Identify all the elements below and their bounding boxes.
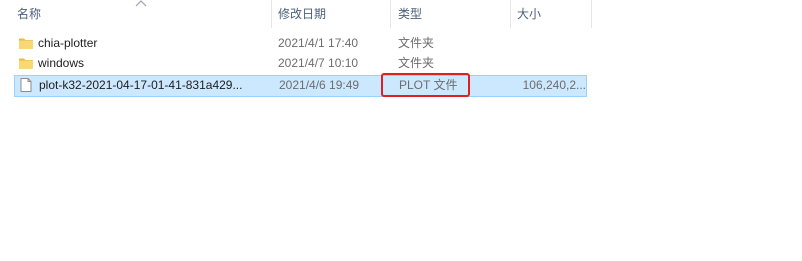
- column-header-type[interactable]: 类型: [392, 0, 510, 28]
- file-size: 106,240,2...: [522, 78, 586, 92]
- column-header-name[interactable]: 名称: [11, 0, 271, 28]
- file-size: [511, 53, 585, 73]
- file-modified-date: 2021/4/1 17:40: [278, 36, 359, 50]
- file-type: 文件夹: [398, 36, 435, 50]
- file-name: windows: [38, 56, 85, 70]
- file-name: chia-plotter: [38, 36, 98, 50]
- file-row-windows[interactable]: windows 2021/4/7 10:10 文件夹: [14, 53, 587, 73]
- file-modified-date: 2021/4/6 19:49: [279, 78, 360, 92]
- column-divider[interactable]: [591, 0, 592, 28]
- column-header-date[interactable]: 修改日期: [272, 0, 390, 28]
- file-name: plot-k32-2021-04-17-01-41-831a429...: [39, 78, 243, 92]
- file-row-plot[interactable]: plot-k32-2021-04-17-01-41-831a429... 202…: [14, 75, 587, 97]
- column-divider[interactable]: [390, 0, 391, 28]
- folder-icon: [19, 58, 33, 69]
- file-modified-date: 2021/4/7 10:10: [278, 56, 359, 70]
- file-explorer: 名称 修改日期 类型 大小 chia-plotter 2021/4/1 17:4…: [0, 0, 802, 261]
- file-type: 文件夹: [398, 56, 435, 70]
- file-row-chia-plotter[interactable]: chia-plotter 2021/4/1 17:40 文件夹: [14, 33, 587, 53]
- folder-icon: [19, 38, 33, 49]
- file-icon: [20, 78, 32, 92]
- highlight-annotation: [381, 73, 470, 97]
- column-header-size[interactable]: 大小: [511, 0, 592, 28]
- column-header-bar: 名称 修改日期 类型 大小: [0, 0, 592, 28]
- file-size: [511, 33, 585, 53]
